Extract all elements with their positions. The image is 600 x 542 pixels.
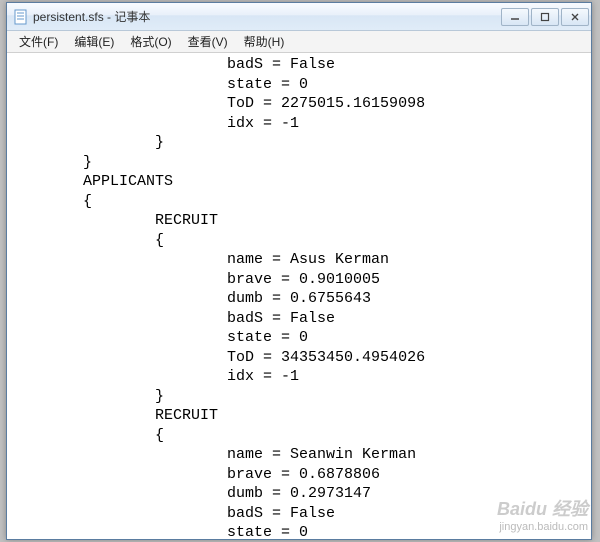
menubar: 文件(F) 编辑(E) 格式(O) 查看(V) 帮助(H) bbox=[7, 31, 591, 53]
menu-format[interactable]: 格式(O) bbox=[122, 31, 179, 52]
window-title: persistent.sfs - 记事本 bbox=[33, 8, 501, 25]
titlebar[interactable]: persistent.sfs - 记事本 bbox=[7, 3, 591, 31]
menu-file[interactable]: 文件(F) bbox=[11, 31, 66, 52]
editor-area[interactable]: badS = False state = 0 ToD = 2275015.161… bbox=[7, 53, 591, 539]
minimize-button[interactable] bbox=[501, 8, 529, 26]
menu-help[interactable]: 帮助(H) bbox=[236, 31, 293, 52]
menu-view[interactable]: 查看(V) bbox=[180, 31, 236, 52]
notepad-window: persistent.sfs - 记事本 文件(F) 编辑(E) 格式(O) 查… bbox=[6, 2, 592, 540]
close-button[interactable] bbox=[561, 8, 589, 26]
maximize-button[interactable] bbox=[531, 8, 559, 26]
window-controls bbox=[501, 8, 589, 26]
editor-text[interactable]: badS = False state = 0 ToD = 2275015.161… bbox=[7, 53, 591, 539]
notepad-icon bbox=[13, 9, 29, 25]
menu-edit[interactable]: 编辑(E) bbox=[66, 31, 122, 52]
